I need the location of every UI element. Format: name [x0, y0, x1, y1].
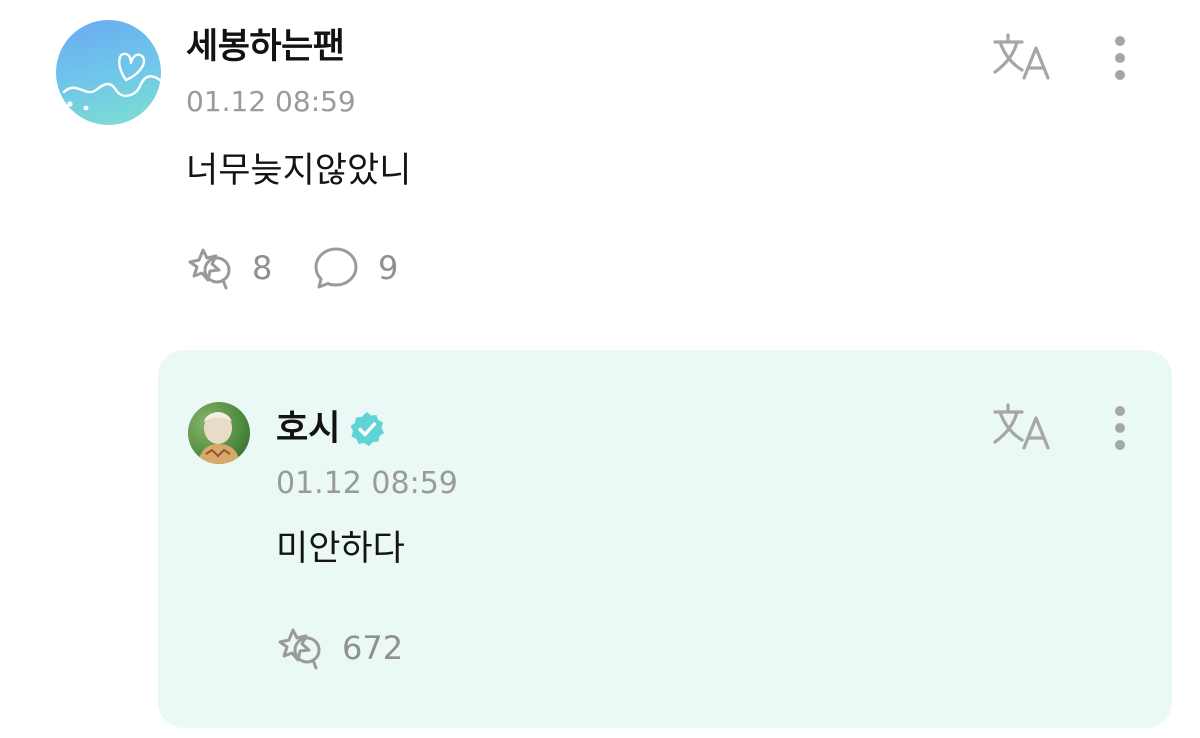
like-count: 8 — [252, 249, 273, 287]
like-button[interactable]: 8 — [186, 244, 272, 292]
translate-button[interactable] — [992, 32, 1054, 84]
reply-text: 미안하다 — [276, 529, 405, 569]
more-options-button[interactable] — [1110, 32, 1130, 84]
lightstick-icon — [188, 248, 231, 290]
translate-icon — [993, 403, 1050, 450]
translate-icon — [993, 33, 1050, 80]
reply-button[interactable]: 9 — [312, 244, 398, 292]
profile-photo-icon — [198, 412, 240, 464]
reply-author[interactable]: 호시 — [276, 406, 340, 452]
reply-timestamp: 01.12 08:59 — [276, 466, 458, 501]
more-vertical-icon — [1115, 36, 1125, 46]
translate-button[interactable] — [992, 402, 1054, 454]
reply-count: 9 — [378, 249, 399, 287]
reply-card: 호시 01.12 08:59 미안하다 672 — [158, 350, 1172, 728]
speech-bubble-icon — [314, 247, 358, 289]
comment-text: 너무늦지않았니 — [186, 151, 412, 191]
avatar[interactable] — [56, 20, 161, 125]
heart-ribbon-icon — [62, 52, 161, 111]
like-button[interactable]: 672 — [276, 624, 403, 672]
avatar[interactable] — [188, 402, 250, 464]
verified-badge-icon — [350, 412, 384, 446]
lightstick-icon — [278, 628, 321, 670]
more-vertical-icon — [1115, 406, 1125, 416]
comment-timestamp: 01.12 08:59 — [186, 85, 356, 118]
like-count: 672 — [342, 629, 404, 667]
comment: 세봉하는팬 01.12 08:59 너무늦지않았니 8 9 — [0, 0, 1200, 330]
comment-author[interactable]: 세봉하는팬 — [186, 24, 345, 70]
more-options-button[interactable] — [1110, 402, 1130, 454]
